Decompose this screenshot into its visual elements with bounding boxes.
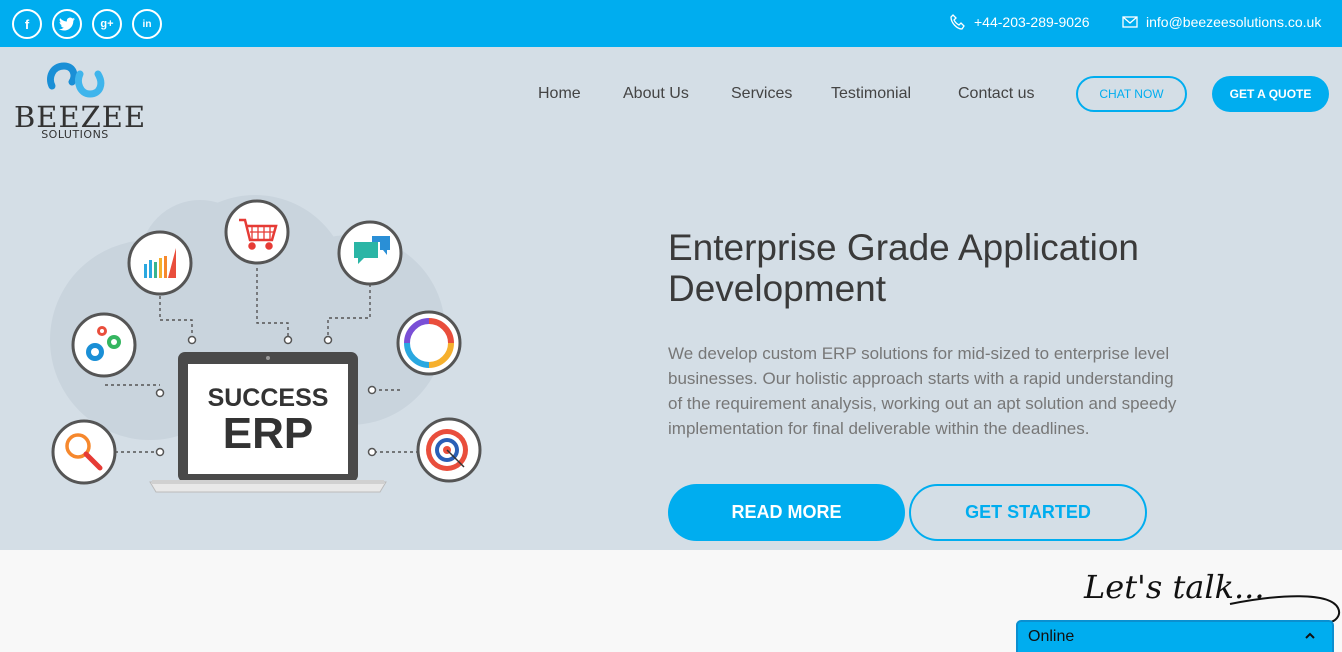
laptop-line-2: ERP — [223, 409, 313, 458]
connector-dot — [283, 335, 293, 345]
laptop-icon: SUCCESS ERP — [149, 352, 387, 493]
email-contact[interactable]: info@beezeesolutions.co.uk — [1122, 14, 1321, 30]
top-bar: f g+ in +44-203-289-9026 info@beezeesolu… — [0, 0, 1342, 47]
chat-status: Online — [1028, 628, 1075, 645]
phone-contact[interactable]: +44-203-289-9026 — [950, 14, 1090, 30]
read-more-button[interactable]: READ MORE — [668, 484, 905, 541]
beezee-logo[interactable]: BEEZEE SOLUTIONS — [12, 60, 145, 144]
nav-contact-us[interactable]: Contact us — [958, 85, 1034, 103]
gears-bubble — [71, 312, 137, 378]
get-started-button[interactable]: GET STARTED — [909, 484, 1147, 541]
get-a-quote-button[interactable]: GET A QUOTE — [1212, 76, 1329, 112]
nav-testimonial[interactable]: Testimonial — [831, 85, 911, 103]
google-plus-icon[interactable]: g+ — [92, 9, 122, 39]
phone-icon — [950, 14, 965, 30]
twitter-bird-shape — [59, 17, 75, 31]
chat-status-bar[interactable]: Online — [1016, 620, 1334, 652]
nav-about-us[interactable]: About Us — [623, 85, 689, 103]
connector-dot — [155, 447, 165, 457]
connector-dot — [367, 447, 377, 457]
phone-number: +44-203-289-9026 — [974, 14, 1090, 30]
connector-dot — [187, 335, 197, 345]
hero-headline: Enterprise Grade Application Development — [668, 227, 1139, 309]
nav-home[interactable]: Home — [538, 85, 581, 103]
email-address: info@beezeesolutions.co.uk — [1146, 14, 1322, 30]
erp-illustration: SUCCESS ERP — [40, 190, 500, 500]
mail-icon — [1122, 16, 1138, 28]
linkedin-icon[interactable]: in — [132, 9, 162, 39]
laptop-line-1: SUCCESS — [208, 384, 329, 412]
chevron-up-icon[interactable] — [1304, 630, 1316, 642]
logo-mark-icon — [47, 62, 105, 98]
target-icon — [426, 429, 468, 471]
connector-dot — [155, 388, 165, 398]
connector-dot — [323, 335, 333, 345]
swoosh-line — [1229, 595, 1340, 622]
nav-services[interactable]: Services — [731, 85, 792, 103]
hero-description: We develop custom ERP solutions for mid-… — [668, 344, 1177, 438]
twitter-icon[interactable] — [52, 9, 82, 39]
chat-now-button[interactable]: CHAT NOW — [1076, 76, 1187, 112]
logo-subtitle: SOLUTIONS — [41, 128, 109, 141]
lets-talk-banner[interactable]: Let's talk... — [1080, 562, 1342, 622]
facebook-icon[interactable]: f — [12, 9, 42, 39]
lets-talk-text: Let's talk... — [1083, 568, 1265, 606]
connector-dot — [367, 385, 377, 395]
